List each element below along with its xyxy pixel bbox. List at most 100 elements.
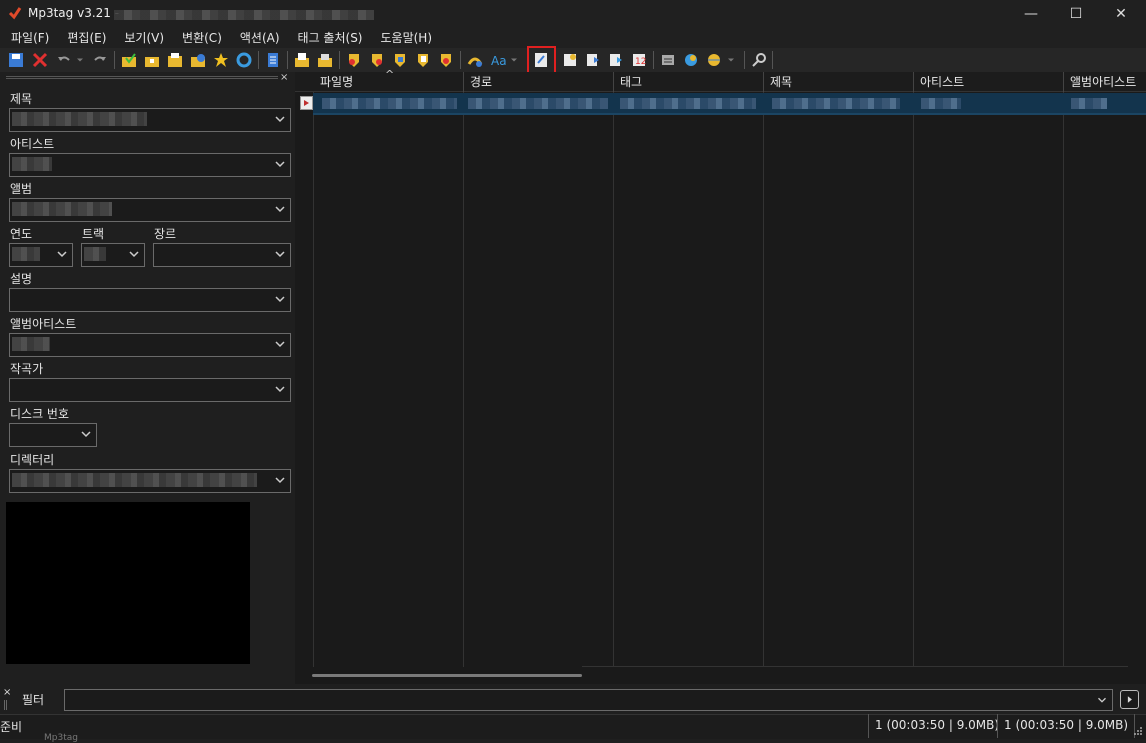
menu-file[interactable]: 파일(F) <box>2 28 58 48</box>
add-directory-icon[interactable] <box>142 50 162 70</box>
resize-grip-icon[interactable] <box>1133 726 1143 736</box>
title-label: 제목 <box>10 92 33 106</box>
star-icon[interactable] <box>211 50 231 70</box>
chevron-down-icon[interactable] <box>272 111 288 127</box>
tag-sources-icon[interactable] <box>560 50 580 70</box>
comment-label: 설명 <box>10 272 33 286</box>
chevron-down-icon[interactable] <box>272 201 288 217</box>
web-dropdown-icon[interactable] <box>725 50 737 70</box>
column-artist[interactable]: 아티스트 <box>914 72 1064 92</box>
filter-go-button[interactable] <box>1120 690 1139 709</box>
artist-combo[interactable] <box>9 153 291 177</box>
row-separator <box>313 113 1146 115</box>
column-path[interactable]: 경로 <box>464 72 614 92</box>
autonumbering-icon[interactable] <box>465 50 485 70</box>
tag-filename-icon[interactable] <box>344 50 364 70</box>
filter-grip[interactable] <box>4 700 7 710</box>
chevron-down-icon[interactable] <box>272 381 288 397</box>
blurred-artist <box>921 98 961 109</box>
menu-help[interactable]: 도움말(H) <box>372 28 442 48</box>
year-combo[interactable] <box>9 243 73 267</box>
filter-input[interactable] <box>64 689 1113 711</box>
status-text: 준비 <box>0 720 23 734</box>
blurred-tag <box>620 98 756 109</box>
cover-art[interactable] <box>6 502 250 664</box>
chevron-down-icon[interactable] <box>272 291 288 307</box>
taskbar-peek-label: Mp3tag <box>44 733 78 743</box>
panel-close-icon[interactable]: × <box>280 72 288 83</box>
export-icon[interactable] <box>292 50 312 70</box>
actions-dropdown-icon[interactable] <box>508 50 520 70</box>
genre-combo[interactable] <box>153 243 291 267</box>
freedb-icon[interactable] <box>583 50 603 70</box>
svg-text:12: 12 <box>635 57 646 67</box>
playlist-icon[interactable] <box>263 50 283 70</box>
album-artist-combo[interactable] <box>9 333 291 357</box>
favorites-folder-icon[interactable] <box>188 50 208 70</box>
tag-tag-icon[interactable] <box>436 50 456 70</box>
number-icon[interactable]: 12 <box>629 50 649 70</box>
menu-edit[interactable]: 편집(E) <box>58 28 115 48</box>
menu-convert[interactable]: 변환(C) <box>173 28 231 48</box>
horizontal-scrollbar[interactable] <box>312 674 582 677</box>
redo-icon[interactable] <box>90 50 110 70</box>
menu-actions[interactable]: 액션(A) <box>231 28 289 48</box>
panel-grip[interactable] <box>6 76 278 79</box>
close-icon[interactable]: ✕ <box>1098 0 1144 28</box>
remove-tag-icon[interactable] <box>30 50 50 70</box>
album-combo[interactable] <box>9 198 291 222</box>
album-artist-label: 앨범아티스트 <box>10 317 77 331</box>
undo-dropdown-icon[interactable] <box>74 50 86 70</box>
minimize-icon[interactable]: — <box>1008 0 1054 28</box>
chevron-down-icon[interactable] <box>272 246 288 262</box>
menu-tag-sources[interactable]: 태그 출처(S) <box>289 28 372 48</box>
chevron-down-icon[interactable] <box>272 472 288 488</box>
chevron-down-icon[interactable] <box>126 246 142 262</box>
refresh-icon[interactable] <box>234 50 254 70</box>
filename-filename-icon[interactable] <box>390 50 410 70</box>
globe-icon[interactable] <box>704 50 724 70</box>
freedb-local-icon[interactable] <box>606 50 626 70</box>
compare-icon[interactable] <box>658 50 678 70</box>
title-combo[interactable] <box>9 108 291 132</box>
status-total: 1 (00:03:50 | 9.0MB) <box>997 714 1136 738</box>
open-folder-icon[interactable] <box>165 50 185 70</box>
column-tag[interactable]: 태그 <box>614 72 764 92</box>
chevron-down-icon[interactable] <box>1095 693 1109 707</box>
filename-tag-icon[interactable] <box>367 50 387 70</box>
disc-number-combo[interactable] <box>9 423 97 447</box>
maximize-icon[interactable]: ☐ <box>1053 0 1099 28</box>
composer-combo[interactable] <box>9 378 291 402</box>
status-selection: 1 (00:03:50 | 9.0MB) <box>868 714 1005 738</box>
export-config-icon[interactable] <box>315 50 335 70</box>
chevron-down-icon[interactable] <box>272 336 288 352</box>
comment-combo[interactable] <box>9 288 291 312</box>
web-sources-icon[interactable] <box>681 50 701 70</box>
blurred-title <box>772 98 900 109</box>
undo-icon[interactable] <box>54 50 74 70</box>
blurred-value <box>12 112 147 126</box>
chevron-down-icon[interactable] <box>272 156 288 172</box>
save-icon[interactable] <box>6 50 26 70</box>
text-file-tag-icon[interactable] <box>413 50 433 70</box>
chevron-down-icon[interactable] <box>78 426 94 442</box>
change-directory-icon[interactable] <box>119 50 139 70</box>
filter-close-icon[interactable]: × <box>3 687 11 698</box>
file-list-header: 파일명 ^ 경로 태그 제목 아티스트 앨범아티스트 <box>295 68 1146 92</box>
column-album-artist[interactable]: 앨범아티스트 <box>1064 72 1146 92</box>
column-title[interactable]: 제목 <box>764 72 914 92</box>
file-list[interactable] <box>295 72 1146 684</box>
menu-view[interactable]: 보기(V) <box>115 28 173 48</box>
svg-text:Aa: Aa <box>491 54 506 68</box>
options-wrench-icon[interactable] <box>749 50 769 70</box>
directory-combo[interactable] <box>9 469 291 493</box>
chevron-down-icon[interactable] <box>54 246 70 262</box>
blurred-value <box>12 247 40 261</box>
menu-bar: 파일(F) 편집(E) 보기(V) 변환(C) 액션(A) 태그 출처(S) 도… <box>0 28 1146 48</box>
year-label: 연도 <box>10 227 33 241</box>
composer-label: 작곡가 <box>10 362 44 376</box>
play-arrow-icon <box>1127 696 1132 703</box>
case-conversion-icon[interactable]: Aa <box>488 50 508 70</box>
artist-label: 아티스트 <box>10 137 55 151</box>
track-combo[interactable] <box>81 243 145 267</box>
